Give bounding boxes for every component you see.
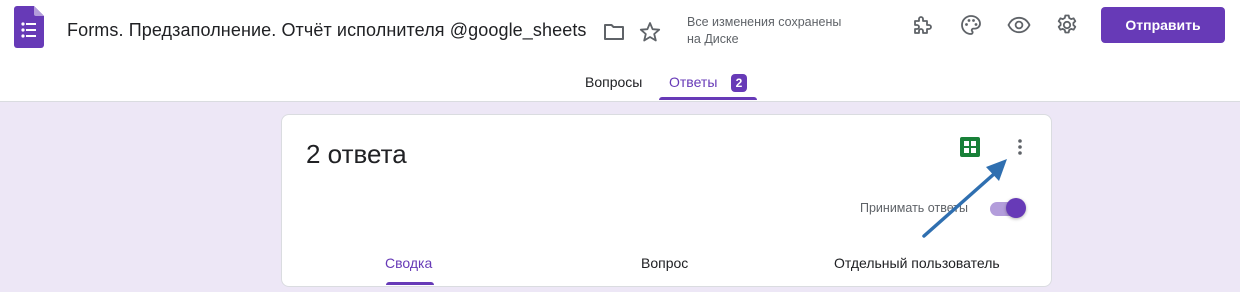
forms-logo-icon[interactable] (14, 6, 44, 48)
form-title[interactable]: Forms. Предзаполнение. Отчёт исполнителя… (67, 20, 587, 41)
active-tab-indicator (659, 97, 757, 100)
folder-icon[interactable] (602, 20, 626, 44)
accept-responses-toggle[interactable] (988, 196, 1028, 220)
sheets-icon[interactable] (960, 137, 980, 157)
save-status-line2: на Диске (687, 32, 739, 46)
accept-responses-label: Принимать ответы (860, 201, 968, 215)
toggle-thumb (1006, 198, 1026, 218)
palette-icon[interactable] (959, 13, 983, 37)
tab-responses[interactable]: Ответы (669, 74, 717, 90)
subtab-question[interactable]: Вопрос (641, 255, 688, 271)
more-options-icon[interactable] (1008, 135, 1032, 159)
tab-questions[interactable]: Вопросы (585, 74, 642, 90)
settings-icon[interactable] (1055, 13, 1079, 37)
addons-icon[interactable] (911, 13, 935, 37)
save-status: Все изменения сохранены на Диске (687, 14, 841, 48)
send-button[interactable]: Отправить (1101, 7, 1225, 43)
subtab-individual[interactable]: Отдельный пользователь (834, 255, 1000, 271)
top-bar: Forms. Предзаполнение. Отчёт исполнителя… (0, 0, 1240, 102)
preview-icon[interactable] (1007, 13, 1031, 37)
active-subtab-indicator (386, 282, 434, 285)
subtab-summary[interactable]: Сводка (385, 255, 432, 271)
save-status-line1: Все изменения сохранены (687, 15, 842, 29)
responses-count-badge: 2 (731, 74, 747, 92)
star-icon[interactable] (638, 20, 662, 44)
responses-card: 2 ответа Принимать ответы Сводка Вопрос … (281, 114, 1052, 287)
responses-count-title: 2 ответа (306, 139, 407, 169)
